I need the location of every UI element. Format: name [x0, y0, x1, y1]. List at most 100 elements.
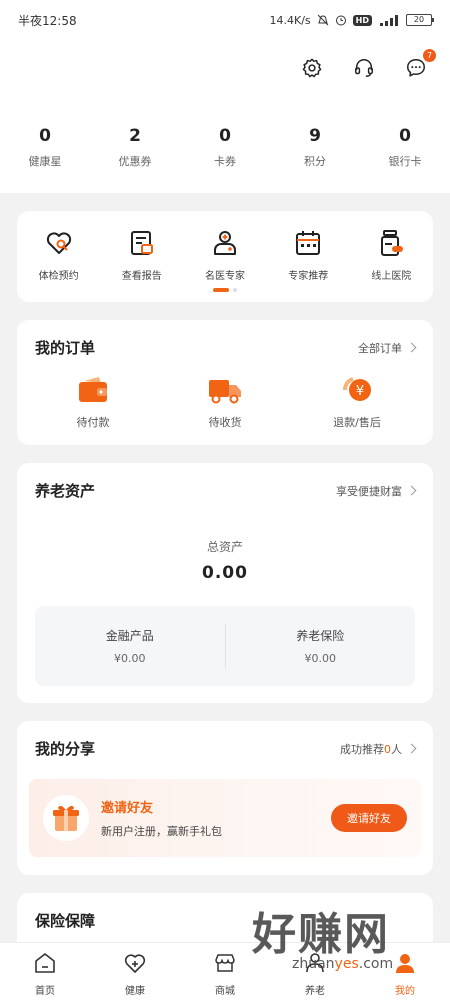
- carousel-dot: [233, 288, 237, 292]
- referral-count-link[interactable]: 成功推荐0人: [340, 741, 417, 757]
- referral-suffix: 人: [391, 742, 402, 756]
- stats-row: 0 健康星 2 优惠券 0 卡券 9 积分 0 银行卡: [0, 126, 450, 169]
- home-icon: [35, 953, 55, 973]
- order-refund-aftersale[interactable]: ¥ 退款/售后: [291, 375, 423, 430]
- services-row: 体检预约 查看报告 名医专家 专家推荐 线上医院: [17, 211, 433, 282]
- invite-subtitle: 新用户注册，赢新手礼包: [101, 825, 222, 838]
- invite-text: 邀请好友 新用户注册，赢新手礼包: [101, 797, 331, 839]
- truck-icon: [209, 380, 241, 404]
- tab-shop[interactable]: 商城: [180, 943, 270, 1000]
- stat-health-stars[interactable]: 0 健康星: [0, 126, 90, 169]
- tab-label: 健康: [125, 986, 145, 997]
- settings-button[interactable]: [296, 52, 328, 84]
- tab-elderly-care[interactable]: 养老: [270, 943, 360, 1000]
- service-label: 名医专家: [205, 271, 245, 282]
- referral-count: 0: [384, 742, 391, 756]
- service-checkup-booking[interactable]: 体检预约: [17, 228, 100, 282]
- service-label: 查看报告: [121, 271, 162, 282]
- calendar-icon: [296, 231, 321, 255]
- asset-pension-insurance[interactable]: 养老保险 ¥0.00: [226, 627, 416, 665]
- stat-bank-cards[interactable]: 0 银行卡: [360, 126, 450, 169]
- tab-health[interactable]: 健康: [90, 943, 180, 1000]
- service-label: 体检预约: [38, 271, 79, 282]
- gift-icon: [43, 795, 89, 841]
- orders-card: 我的订单 全部订单 待付款 待收货 ¥ 退款/售后: [17, 320, 433, 445]
- mute-icon: [317, 14, 329, 26]
- share-header: 我的分享 成功推荐0人: [17, 721, 433, 776]
- asset-breakdown: 金融产品 ¥0.00 养老保险 ¥0.00: [35, 606, 415, 686]
- refund-icon: ¥: [343, 377, 371, 401]
- insurance-header: 保险保障: [17, 893, 433, 948]
- total-assets-label: 总资产: [206, 540, 243, 554]
- order-pending-receipt[interactable]: 待收货: [159, 375, 291, 430]
- status-indicators: 14.4K/s HD 20: [269, 13, 434, 27]
- messages-button[interactable]: 7: [400, 49, 436, 84]
- network-speed: 14.4K/s: [269, 13, 311, 27]
- service-view-report[interactable]: 查看报告: [100, 228, 183, 282]
- order-label: 待付款: [76, 416, 110, 429]
- profile-icon: [396, 954, 414, 973]
- assets-header: 养老资产 享受便捷财富: [17, 463, 433, 518]
- message-count-badge: 7: [423, 49, 436, 62]
- chat-bubble-icon: [407, 59, 425, 77]
- service-expert-recommend[interactable]: 专家推荐: [267, 228, 350, 282]
- referral-prefix: 成功推荐: [340, 742, 384, 756]
- tab-profile[interactable]: 我的: [360, 943, 450, 1000]
- signal-icon: [380, 14, 398, 26]
- medicine-bottle-icon: [381, 230, 404, 256]
- service-label: 线上医院: [371, 271, 412, 282]
- bottom-tab-bar: 首页 健康 商城 养老 我的: [0, 942, 450, 1000]
- orders-title: 我的订单: [35, 339, 96, 357]
- svg-text:¥: ¥: [356, 384, 364, 399]
- all-orders-link[interactable]: 全部订单: [358, 340, 417, 356]
- stat-label: 健康星: [28, 155, 62, 168]
- share-title: 我的分享: [35, 740, 96, 758]
- stat-label: 优惠券: [118, 155, 152, 168]
- tab-label: 商城: [215, 986, 235, 997]
- order-label: 待收货: [208, 416, 242, 429]
- all-orders-label: 全部订单: [358, 341, 402, 355]
- chevron-right-icon: [406, 342, 417, 353]
- orders-header: 我的订单 全部订单: [17, 320, 433, 375]
- profile-header: 半夜12:58 14.4K/s HD 20 7 0 健康星 2 优惠券 0 卡券…: [0, 0, 450, 193]
- stat-cards[interactable]: 0 卡券: [180, 126, 270, 169]
- stat-label: 银行卡: [388, 155, 422, 168]
- hd-badge: HD: [352, 14, 372, 26]
- stat-value: 0: [399, 126, 411, 146]
- stat-value: 9: [309, 126, 321, 146]
- asset-label: 养老保险: [296, 629, 345, 643]
- total-assets-value: 0.00: [202, 563, 248, 583]
- stat-label: 卡券: [214, 155, 236, 168]
- tab-label: 我的: [395, 986, 415, 997]
- stat-value: 0: [219, 126, 231, 146]
- insurance-title: 保险保障: [35, 912, 96, 930]
- stat-value: 0: [39, 126, 51, 146]
- carousel-indicator: [17, 288, 433, 292]
- assets-title: 养老资产: [35, 482, 96, 500]
- alarm-icon: [335, 15, 346, 26]
- order-label: 退款/售后: [333, 416, 381, 429]
- status-time: 半夜12:58: [18, 13, 77, 28]
- elderly-icon: [306, 953, 324, 973]
- tab-home[interactable]: 首页: [0, 943, 90, 1000]
- battery-icon: 20: [406, 14, 434, 26]
- invite-friends-button[interactable]: 邀请好友: [331, 804, 407, 832]
- asset-label: 金融产品: [105, 629, 154, 643]
- shop-icon: [215, 954, 235, 972]
- heart-search-icon: [46, 232, 71, 254]
- carousel-dot-active: [213, 288, 229, 292]
- service-famous-doctors[interactable]: 名医专家: [183, 228, 266, 282]
- assets-link[interactable]: 享受便捷财富: [336, 483, 417, 499]
- asset-financial-products[interactable]: 金融产品 ¥0.00: [35, 627, 225, 665]
- customer-service-button[interactable]: [348, 52, 380, 84]
- order-pending-payment[interactable]: 待付款: [27, 375, 159, 430]
- stat-points[interactable]: 9 积分: [270, 126, 360, 169]
- chevron-right-icon: [406, 485, 417, 496]
- battery-level: 20: [413, 15, 425, 24]
- stat-coupons[interactable]: 2 优惠券: [90, 126, 180, 169]
- stat-value: 2: [129, 126, 141, 146]
- service-online-hospital[interactable]: 线上医院: [350, 228, 433, 282]
- invite-banner: 邀请好友 新用户注册，赢新手礼包 邀请好友: [29, 779, 421, 857]
- order-status-row: 待付款 待收货 ¥ 退款/售后: [17, 375, 433, 430]
- doctor-icon: [214, 231, 236, 255]
